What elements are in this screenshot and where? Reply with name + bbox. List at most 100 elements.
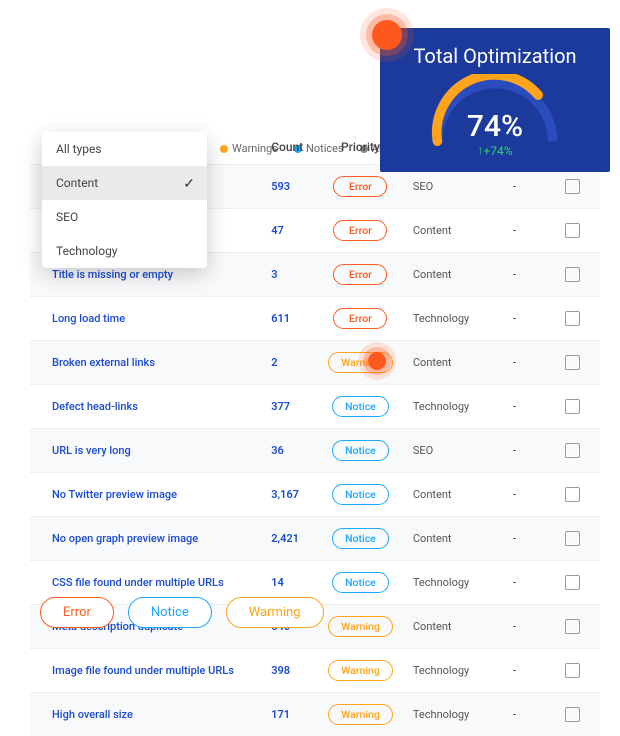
issue-ignore[interactable] (545, 517, 600, 561)
checkbox-icon[interactable] (565, 399, 580, 414)
issue-name[interactable]: URL is very long (30, 429, 263, 473)
issue-history: - (485, 561, 545, 605)
issue-ignore[interactable] (545, 209, 600, 253)
issue-type: Technology (405, 649, 485, 693)
table-row[interactable]: Broken external links2WarningContent- (30, 341, 600, 385)
checkbox-icon[interactable] (565, 707, 580, 722)
issue-ignore[interactable] (545, 649, 600, 693)
issue-ignore[interactable] (545, 297, 600, 341)
issue-type: Content (405, 253, 485, 297)
issue-priority: Warning (316, 649, 405, 693)
dropdown-option[interactable]: SEO (42, 200, 207, 234)
arrow-up-icon: ↑ (477, 143, 483, 157)
issue-history: - (485, 473, 545, 517)
checkbox-icon[interactable] (565, 179, 580, 194)
issue-count: 611 (263, 297, 316, 341)
issue-count: 171 (263, 693, 316, 736)
priority-pill: Error (333, 264, 387, 285)
priority-pill: Error (333, 220, 387, 241)
issue-ignore[interactable] (545, 385, 600, 429)
issue-history: - (485, 209, 545, 253)
issue-ignore[interactable] (545, 561, 600, 605)
gauge-icon: 74% (420, 74, 570, 146)
issue-count: 3,167 (263, 473, 316, 517)
checkbox-icon[interactable] (565, 619, 580, 634)
issue-count: 398 (263, 649, 316, 693)
pill-notice[interactable]: Notice (128, 597, 212, 628)
issue-ignore[interactable] (545, 341, 600, 385)
checkbox-icon[interactable] (565, 267, 580, 282)
checkbox-icon[interactable] (565, 223, 580, 238)
issue-name[interactable]: Defect head-links (30, 385, 263, 429)
type-filter-dropdown[interactable]: All typesContentSEOTechnology (42, 132, 207, 268)
issue-priority: Warning (316, 605, 405, 649)
issue-priority: Notice (316, 473, 405, 517)
pill-error[interactable]: Error (40, 597, 114, 628)
issue-type: Technology (405, 693, 485, 736)
checkbox-icon[interactable] (565, 355, 580, 370)
table-row[interactable]: URL is very long36NoticeSEO- (30, 429, 600, 473)
issue-priority: Error (316, 253, 405, 297)
issue-priority: Notice (316, 385, 405, 429)
optimization-card: Total Optimization 74% ↑+74% (380, 28, 610, 172)
issue-type: Content (405, 473, 485, 517)
priority-pill: Notice (332, 396, 389, 417)
highlight-pulse-icon (368, 352, 386, 370)
issue-ignore[interactable] (545, 253, 600, 297)
checkbox-icon[interactable] (565, 443, 580, 458)
col-count[interactable]: Count (263, 130, 316, 165)
issue-ignore[interactable] (545, 429, 600, 473)
issue-count: 593 (263, 165, 316, 209)
issue-name[interactable]: Broken external links (30, 341, 263, 385)
issue-history: - (485, 253, 545, 297)
issue-ignore[interactable] (545, 693, 600, 736)
dropdown-option[interactable]: Content (42, 166, 207, 200)
issue-count: 36 (263, 429, 316, 473)
table-row[interactable]: High overall size171WarningTechnology- (30, 693, 600, 736)
issue-history: - (485, 517, 545, 561)
priority-pill: Notice (332, 484, 389, 505)
issue-name[interactable]: Long load time (30, 297, 263, 341)
issue-name[interactable]: No Twitter preview image (30, 473, 263, 517)
priority-pill: Notice (332, 572, 389, 593)
priority-pill: Warning (328, 616, 393, 637)
issue-history: - (485, 429, 545, 473)
priority-pill: Warning (328, 660, 393, 681)
checkbox-icon[interactable] (565, 487, 580, 502)
issue-name[interactable]: Image file found under multiple URLs (30, 649, 263, 693)
table-row[interactable]: Defect head-links377NoticeTechnology- (30, 385, 600, 429)
priority-pill: Warning (328, 704, 393, 725)
table-row[interactable]: Long load time611ErrorTechnology- (30, 297, 600, 341)
issue-type: Technology (405, 297, 485, 341)
table-row[interactable]: No open graph preview image2,421NoticeCo… (30, 517, 600, 561)
gauge-delta: ↑+74% (394, 144, 596, 158)
issue-type: Technology (405, 385, 485, 429)
priority-pill: Error (333, 308, 387, 329)
pill-warming[interactable]: Warming (226, 597, 324, 628)
priority-pill: Error (333, 176, 387, 197)
issue-ignore[interactable] (545, 473, 600, 517)
issue-ignore[interactable] (545, 605, 600, 649)
issue-type: SEO (405, 429, 485, 473)
issue-count: 2 (263, 341, 316, 385)
checkbox-icon[interactable] (565, 575, 580, 590)
issue-name[interactable]: High overall size (30, 693, 263, 736)
dropdown-option[interactable]: Technology (42, 234, 207, 268)
issue-history: - (485, 605, 545, 649)
issue-type: Content (405, 341, 485, 385)
priority-pill: Notice (332, 528, 389, 549)
issue-history: - (485, 649, 545, 693)
dropdown-option[interactable]: All types (42, 132, 207, 166)
checkbox-icon[interactable] (565, 531, 580, 546)
issue-name[interactable]: No open graph preview image (30, 517, 263, 561)
table-row[interactable]: No Twitter preview image3,167 Notice Conte… (30, 473, 600, 517)
table-row[interactable]: Image file found under multiple URLs398 W… (30, 649, 600, 693)
issue-count: 47 (263, 209, 316, 253)
highlight-pulse-icon (372, 20, 402, 50)
issue-type: Content (405, 517, 485, 561)
checkbox-icon[interactable] (565, 663, 580, 678)
checkbox-icon[interactable] (565, 311, 580, 326)
issue-count: 377 (263, 385, 316, 429)
issue-type: Content (405, 209, 485, 253)
card-title: Total Optimization (394, 44, 596, 68)
